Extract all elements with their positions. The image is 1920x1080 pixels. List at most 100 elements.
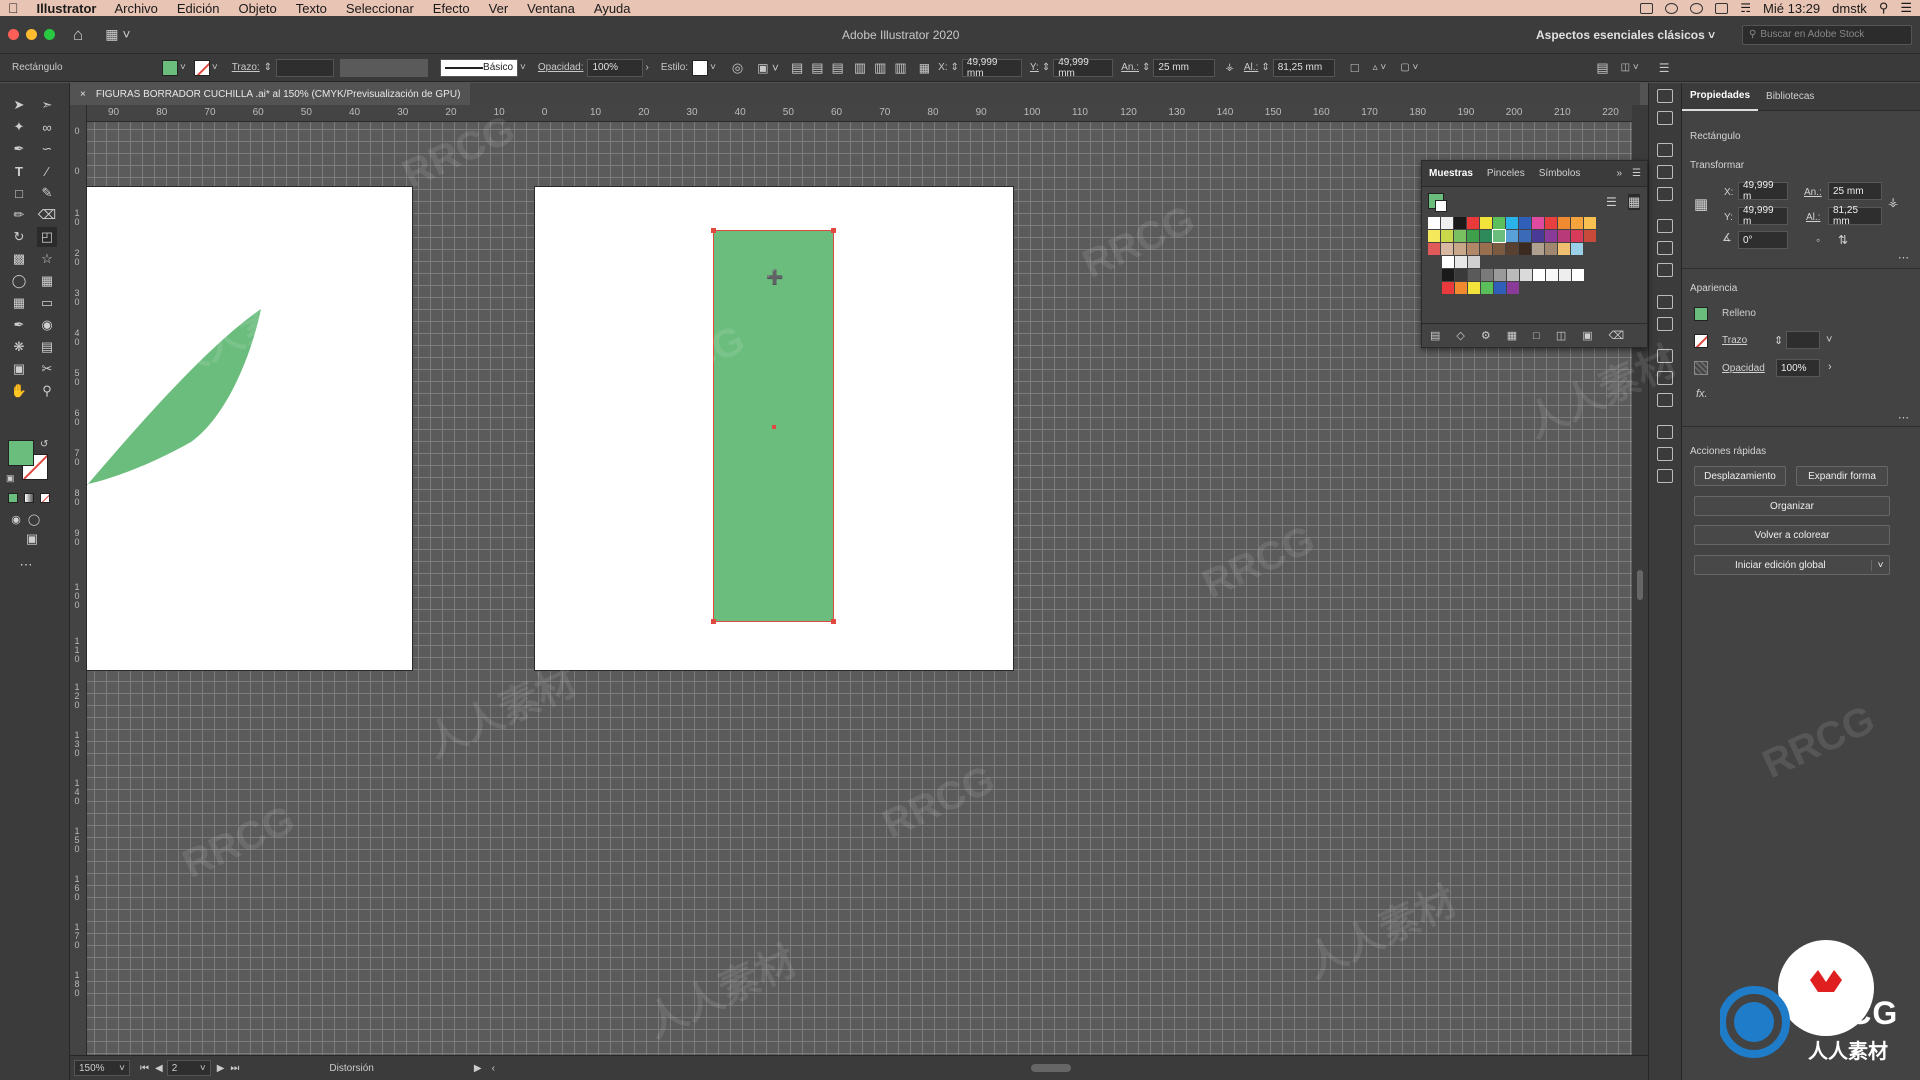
eyedropper-icon[interactable]: ✒ [9,315,29,335]
zoom-select[interactable]: 150% ˅ [74,1060,130,1076]
opacity-label[interactable]: Opacidad [1722,363,1765,374]
color-swatch[interactable] [1558,243,1570,255]
brushes-icon[interactable] [1657,165,1673,179]
align-left-icon[interactable]: ▤ [791,60,803,76]
stroke-swatch[interactable] [1694,334,1708,348]
last-artboard-icon[interactable]: ⏭ [230,1063,239,1074]
list-icon[interactable]: ☰ [1900,0,1912,16]
y-input[interactable]: 49,999 mm [1053,57,1114,79]
recolor-button[interactable]: Volver a colorear [1694,525,1890,545]
document-tab[interactable]: × FIGURAS BORRADOR CUCHILLA .ai* al 150%… [70,83,471,105]
next-artboard-icon[interactable]: ▶ [217,1063,225,1074]
flip-horizontal-icon[interactable]: ◦ [1816,233,1820,247]
curvature-tool-icon[interactable]: ∽ [37,139,57,159]
constrain-link-icon[interactable]: ⚶ [1225,62,1234,73]
color-swatch[interactable] [1441,243,1453,255]
menu-ver[interactable]: Ver [489,1,509,16]
color-swatch[interactable] [1480,217,1492,229]
more-options-icon[interactable]: ⋯ [1898,411,1909,424]
artboard-select[interactable]: 2 ˅ [166,1060,211,1076]
horizontal-ruler[interactable]: 90 80 70 60 50 40 30 20 10 0 10 20 30 40 50 60 70 80 90 100… [70,105,1632,122]
eraser-tool-icon[interactable]: ⌫ [37,205,57,225]
panel-options-icon[interactable]: ◫ ˅ [1621,62,1639,73]
chevron-down-icon[interactable]: ˅ [1826,334,1832,346]
color-swatch[interactable] [1520,269,1532,281]
color-swatch[interactable] [1506,243,1518,255]
mesh-tool-icon[interactable]: ▦ [9,293,29,313]
color-swatch[interactable] [1455,282,1467,294]
blend-tool-icon[interactable]: ◉ [37,315,57,335]
gradient-icon[interactable] [1657,241,1673,255]
chevron-down-icon[interactable]: ˅ [520,62,526,73]
transform-panel-icon[interactable] [1657,425,1673,439]
anchor-point[interactable] [831,619,836,624]
color-swatch[interactable] [1468,256,1480,268]
color-swatch[interactable] [1533,269,1545,281]
recolor-icon[interactable]: ◎ [732,60,743,76]
color-swatch[interactable] [1545,243,1557,255]
user-name[interactable]: dmstk [1832,1,1867,16]
flip-vertical-icon[interactable]: ⇅ [1838,233,1848,247]
color-swatch[interactable] [1584,217,1596,229]
apple-icon[interactable]:  [8,0,19,16]
color-swatch[interactable] [1558,217,1570,229]
none-mode-icon[interactable] [40,493,50,503]
artboard-1[interactable] [70,186,413,671]
reference-point-icon[interactable]: ▦ [919,61,930,75]
list-view-icon[interactable]: ☰ [1606,195,1617,209]
selection-tool-icon[interactable]: ➤ [9,95,29,115]
menu-ayuda[interactable]: Ayuda [594,1,631,16]
magic-wand-icon[interactable]: ✦ [9,117,29,137]
menu-edicion[interactable]: Edición [177,1,220,16]
library-icon[interactable]: ▤ [1430,329,1440,342]
draw-mode-icon[interactable]: ◉ [6,509,26,529]
color-swatch[interactable] [1571,217,1583,229]
color-swatch[interactable] [1493,217,1505,229]
selected-rectangle[interactable]: ➕ [711,228,836,624]
zoom-window-button[interactable] [44,29,55,40]
align-bottom-icon[interactable]: ▥ [894,60,906,76]
color-mode-icon[interactable] [8,493,18,503]
sync-icon[interactable] [1690,2,1704,14]
color-swatch[interactable] [1480,230,1492,242]
panel-menu-icon[interactable]: ☰ [1626,168,1647,179]
height-input[interactable]: 81,25 mm [1272,58,1335,77]
color-swatch[interactable] [1467,230,1479,242]
align-to-icon[interactable]: ▣ ˅ [757,61,779,75]
anchor-point[interactable] [831,228,836,233]
color-group-icon[interactable]: ▦ [1507,329,1517,342]
color-swatch[interactable] [1572,269,1584,281]
height-field[interactable]: 81,25 mm [1828,205,1882,227]
chevron-right-icon[interactable]: › [645,62,648,73]
color-swatch[interactable] [1519,230,1531,242]
wifi-icon[interactable]: ☴ [1740,1,1751,15]
menu-ventana[interactable]: Ventana [527,1,575,16]
shape-builder-icon[interactable]: ◯ [9,271,29,291]
grid-view-icon[interactable]: ▦ [1628,194,1641,210]
direct-selection-tool-icon[interactable]: ➣ [37,95,57,115]
color-swatch[interactable] [1480,243,1492,255]
color-swatch[interactable] [1506,230,1518,242]
more-tools-icon[interactable]: ⋯ [16,555,36,575]
color-swatch[interactable] [1559,269,1571,281]
search-icon[interactable]: ⚲ [1879,0,1889,16]
shaper-tool-icon[interactable]: ✏ [9,205,29,225]
arrange-button[interactable]: Organizar [1694,496,1890,516]
tab-muestras[interactable]: Muestras [1422,168,1480,179]
warp-tool-icon[interactable]: ▩ [9,249,29,269]
color-swatch[interactable] [1507,282,1519,294]
opacity-field[interactable]: 100% [1776,359,1820,377]
scroll-left-icon[interactable]: ‹ [492,1063,495,1074]
tab-propiedades[interactable]: Propiedades [1682,83,1759,111]
app-menu[interactable]: Illustrator [37,1,97,16]
appearance-icon[interactable] [1657,295,1673,309]
stepper-icon[interactable]: ⇕ [1774,334,1783,347]
arrange-icon[interactable]: ▢ ˅ [1400,62,1418,73]
color-swatch[interactable] [1532,217,1544,229]
show-kinds-icon[interactable]: ◇ [1456,329,1464,342]
variable-width-select[interactable] [340,58,429,77]
close-window-button[interactable] [8,29,19,40]
chevron-down-icon[interactable]: ˅ [212,62,218,73]
paintbrush-tool-icon[interactable]: ✎ [37,183,57,203]
color-swatch[interactable] [1455,256,1467,268]
